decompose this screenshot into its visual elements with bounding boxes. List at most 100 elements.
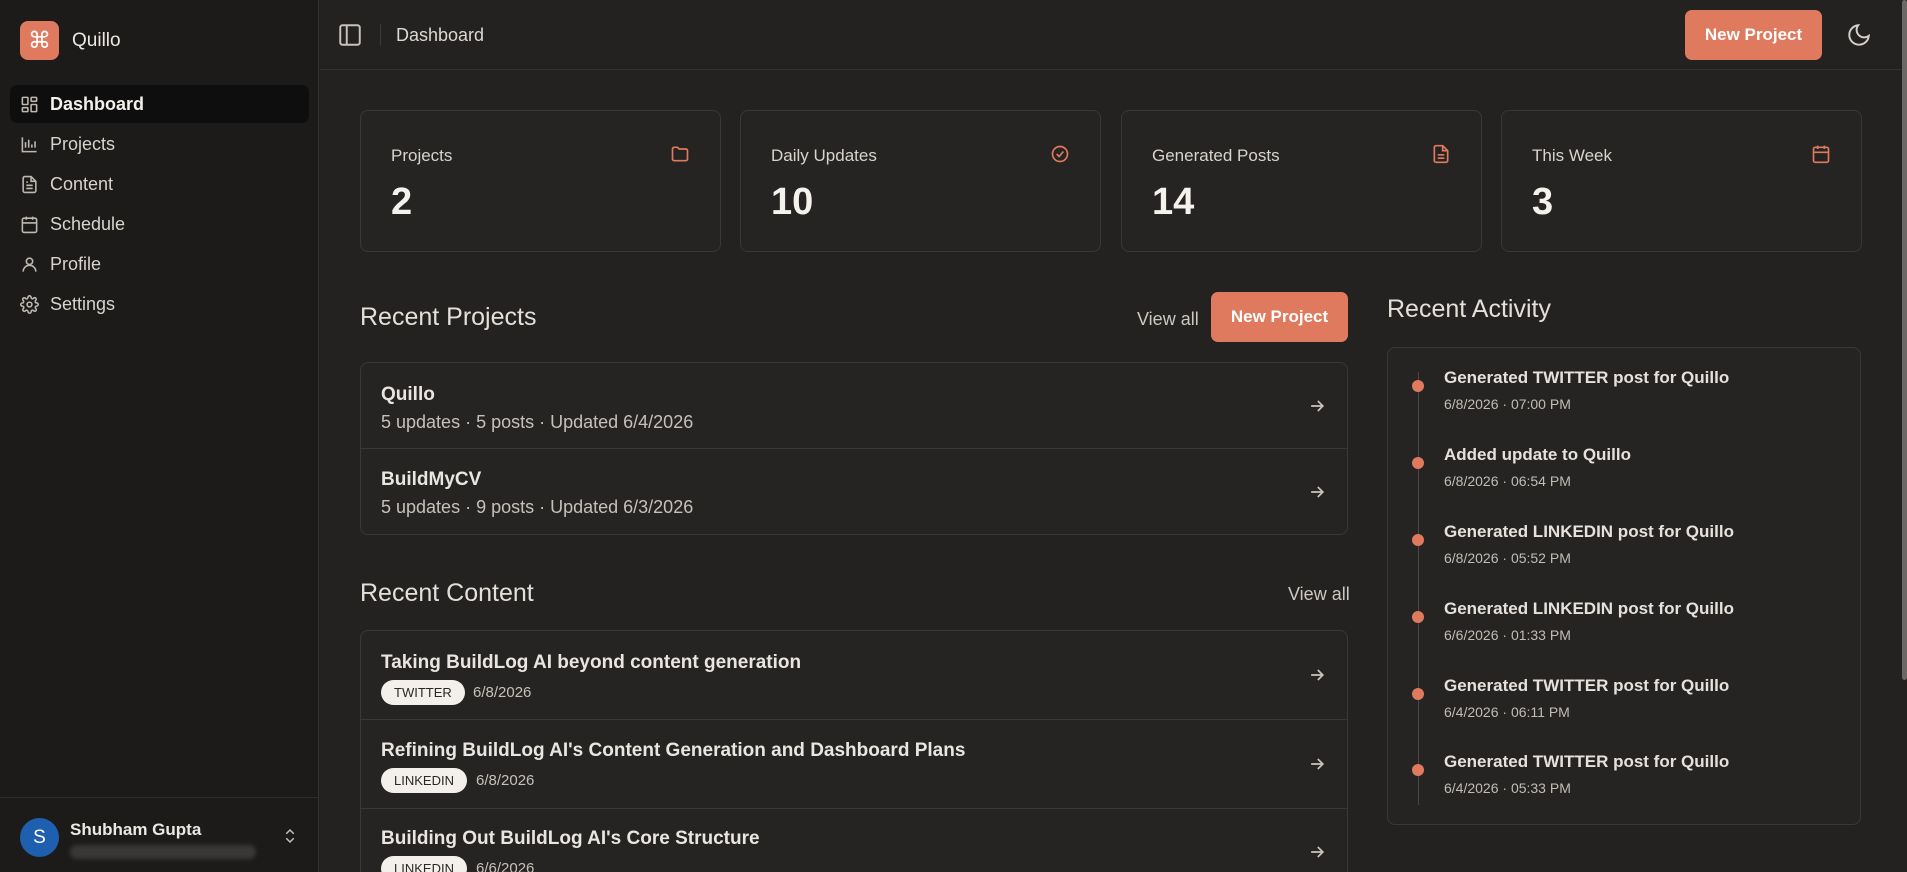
sidebar-item-label: Settings <box>50 293 116 314</box>
activity-dot <box>1412 380 1424 392</box>
content-date: 6/8/2026 <box>473 684 532 701</box>
recent-activity-title: Recent Activity <box>1387 295 1551 323</box>
arrow-right-icon <box>1307 482 1327 502</box>
content-title: Building Out BuildLog AI's Core Structur… <box>381 828 760 849</box>
sidebar-item-label: Profile <box>50 253 102 274</box>
activity-text: Generated LINKEDIN post for Quillo <box>1444 522 1734 541</box>
sidebar-item-label: Schedule <box>50 213 126 234</box>
project-name: BuildMyCV <box>381 469 482 490</box>
sidebar-item-dashboard[interactable]: Dashboard <box>10 85 309 123</box>
document-icon <box>1431 144 1451 164</box>
activity-dot <box>1412 688 1424 700</box>
stat-value: 2 <box>391 181 413 223</box>
stat-label: Generated Posts <box>1152 146 1280 165</box>
avatar: S <box>20 818 59 857</box>
gear-icon <box>20 294 39 314</box>
arrow-right-icon <box>1307 754 1327 774</box>
sidebar-item-settings[interactable]: Settings <box>10 285 309 323</box>
brand-logo: ⌘ <box>20 21 59 60</box>
stat-card-this-week: This Week 3 <box>1501 110 1862 252</box>
activity-time: 6/4/2026 · 05:33 PM <box>1444 780 1571 796</box>
platform-badge: TWITTER <box>381 680 465 705</box>
content-date: 6/8/2026 <box>476 772 535 789</box>
sidebar-item-label: Projects <box>50 133 116 154</box>
project-name: Quillo <box>381 384 435 405</box>
activity-dot <box>1412 611 1424 623</box>
stat-card-projects: Projects 2 <box>360 110 721 252</box>
content-view-all-link[interactable]: View all <box>1288 584 1350 605</box>
dashboard-icon <box>20 95 39 114</box>
project-row[interactable]: BuildMyCV 5 updates · 9 posts · Updated … <box>361 449 1347 534</box>
arrow-right-icon <box>1307 396 1327 416</box>
activity-text: Added update to Quillo <box>1444 445 1631 464</box>
activity-dot <box>1412 457 1424 469</box>
activity-text: Generated TWITTER post for Quillo <box>1444 368 1730 387</box>
stat-card-generated-posts: Generated Posts 14 <box>1121 110 1482 252</box>
user-icon <box>20 255 39 274</box>
stat-label: This Week <box>1532 146 1612 165</box>
stat-value: 10 <box>771 181 814 223</box>
activity-dot <box>1412 534 1424 546</box>
sidebar-nav: Dashboard Projects Content Schedule Prof… <box>10 85 309 325</box>
brand-name: Quillo <box>72 29 121 51</box>
scrollbar[interactable] <box>1902 0 1907 680</box>
sidebar-item-content[interactable]: Content <box>10 165 309 203</box>
content-row[interactable]: Taking BuildLog AI beyond content genera… <box>361 631 1347 720</box>
activity-timeline-line <box>1418 372 1419 805</box>
projects-view-all-link[interactable]: View all <box>1137 309 1199 330</box>
activity-time: 6/8/2026 · 05:52 PM <box>1444 550 1571 566</box>
recent-projects-title: Recent Projects <box>360 303 537 331</box>
platform-badge: LINKEDIN <box>381 856 467 872</box>
sidebar-item-label: Dashboard <box>50 93 145 114</box>
brand[interactable]: ⌘ Quillo <box>20 21 121 60</box>
sidebar: ⌘ Quillo Dashboard Projects Content Sche… <box>0 0 319 872</box>
calendar-icon <box>20 215 39 234</box>
file-icon <box>20 175 39 194</box>
content-title: Refining BuildLog AI's Content Generatio… <box>381 740 966 761</box>
top-header: Dashboard New Project <box>320 0 1907 70</box>
project-row[interactable]: Quillo 5 updates · 5 posts · Updated 6/4… <box>361 363 1347 449</box>
sidebar-item-projects[interactable]: Projects <box>10 125 309 163</box>
sidebar-item-label: Content <box>50 173 114 194</box>
recent-content-list: Taking BuildLog AI beyond content genera… <box>360 630 1348 872</box>
user-menu[interactable]: S Shubham Gupta <box>0 797 318 872</box>
new-project-button[interactable]: New Project <box>1211 292 1348 342</box>
breadcrumb: Dashboard <box>396 25 485 45</box>
stat-label: Daily Updates <box>771 146 877 165</box>
content-row[interactable]: Refining BuildLog AI's Content Generatio… <box>361 720 1347 809</box>
projects-icon <box>20 135 39 154</box>
arrow-right-icon <box>1307 665 1327 685</box>
stat-value: 3 <box>1532 181 1554 223</box>
activity-text: Generated LINKEDIN post for Quillo <box>1444 599 1734 618</box>
content-title: Taking BuildLog AI beyond content genera… <box>381 652 802 673</box>
content-date: 6/6/2026 <box>476 860 535 872</box>
recent-projects-list: Quillo 5 updates · 5 posts · Updated 6/4… <box>360 362 1348 535</box>
folder-icon <box>670 144 690 164</box>
activity-text: Generated TWITTER post for Quillo <box>1444 676 1730 695</box>
moon-icon[interactable] <box>1846 22 1872 48</box>
activity-time: 6/6/2026 · 01:33 PM <box>1444 627 1571 643</box>
sidebar-item-profile[interactable]: Profile <box>10 245 309 283</box>
sidebar-item-schedule[interactable]: Schedule <box>10 205 309 243</box>
project-meta: 5 updates · 5 posts · Updated 6/4/2026 <box>381 412 694 432</box>
user-email-redacted <box>70 845 256 859</box>
recent-content-title: Recent Content <box>360 579 534 607</box>
activity-dot <box>1412 764 1424 776</box>
user-name: Shubham Gupta <box>70 820 202 839</box>
content-row[interactable]: Building Out BuildLog AI's Core Structur… <box>361 809 1347 872</box>
project-meta: 5 updates · 9 posts · Updated 6/3/2026 <box>381 497 694 517</box>
check-circle-icon <box>1050 144 1070 164</box>
sidebar-toggle-icon[interactable] <box>337 22 363 48</box>
stat-label: Projects <box>391 146 453 165</box>
stat-value: 14 <box>1152 181 1195 223</box>
activity-text: Generated TWITTER post for Quillo <box>1444 752 1730 771</box>
calendar-icon <box>1811 144 1831 164</box>
platform-badge: LINKEDIN <box>381 768 467 793</box>
activity-time: 6/4/2026 · 06:11 PM <box>1444 704 1570 720</box>
activity-time: 6/8/2026 · 06:54 PM <box>1444 473 1571 489</box>
chevron-up-down-icon[interactable] <box>281 825 299 847</box>
header-new-project-button[interactable]: New Project <box>1685 10 1822 60</box>
header-divider <box>380 24 381 46</box>
activity-time: 6/8/2026 · 07:00 PM <box>1444 396 1571 412</box>
arrow-right-icon <box>1307 842 1327 862</box>
